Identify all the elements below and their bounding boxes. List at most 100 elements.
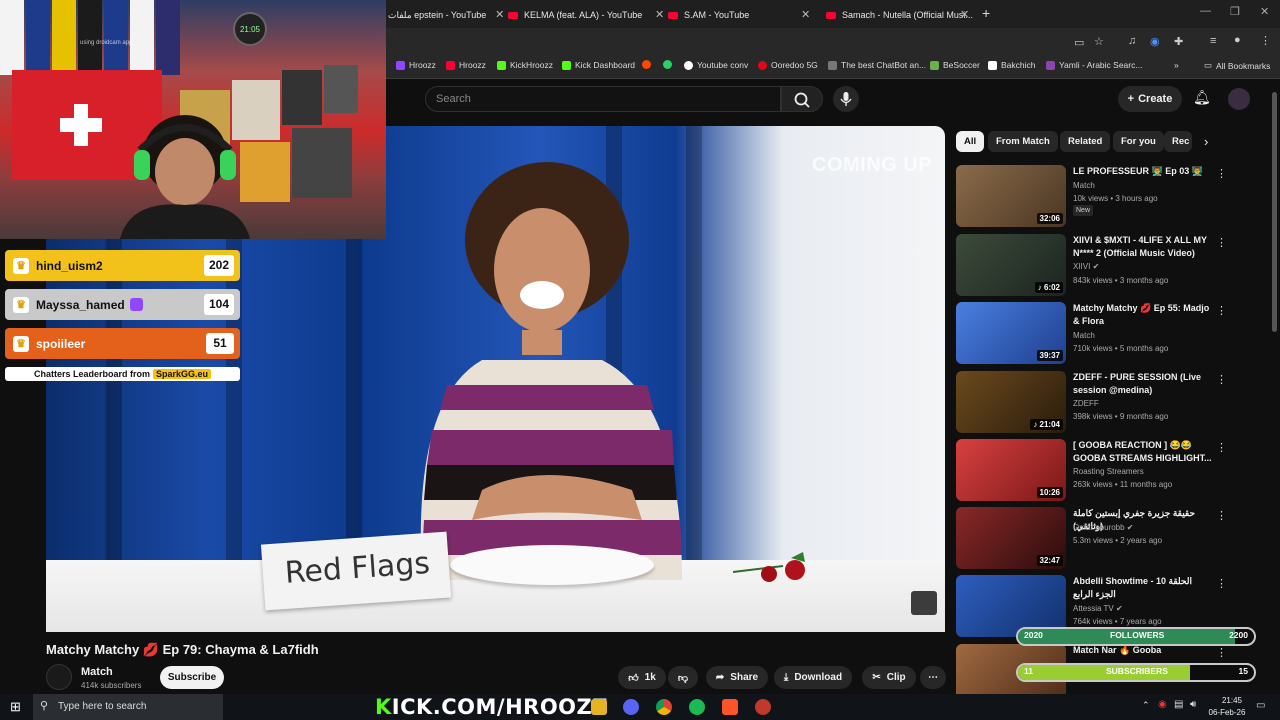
recommendation-channel[interactable]: Roasting Streamers [1073, 467, 1144, 476]
subscribe-button[interactable]: Subscribe [160, 666, 224, 689]
star-icon[interactable]: ☆ [1094, 35, 1104, 48]
recommendation-item[interactable]: 39:37 Matchy Matchy 💋 Ep 55: Madjo & Flo… [956, 302, 1227, 364]
more-vert-icon[interactable]: ⋮ [1216, 646, 1226, 659]
recommendation-title[interactable]: [ GOOBA REACTION ] 😂😂 GOOBA STREAMS HIGH… [1073, 439, 1213, 465]
new-tab-button[interactable]: + [982, 5, 990, 21]
bookmark-hroozz-youtube[interactable]: Hroozz [446, 60, 486, 70]
chip-recent[interactable]: Rec [1164, 131, 1192, 152]
chrome-icon[interactable] [656, 699, 672, 715]
bookmark-bakchich[interactable]: Bakchich [988, 60, 1036, 70]
bookmark-youtube-conv[interactable]: Youtube conv [684, 60, 748, 70]
recommendation-channel[interactable]: ZDEFF [1073, 399, 1099, 408]
menu-icon[interactable]: ⋮ [1260, 34, 1271, 47]
recommendation-item[interactable]: ♪ 21:04 ZDEFF - PURE SESSION (Live sessi… [956, 371, 1227, 433]
share-button[interactable]: ➦ Share [706, 666, 768, 689]
bookmark-hroozz-twitch[interactable]: Hroozz [396, 60, 436, 70]
voice-search-button[interactable] [833, 86, 859, 112]
recommendation-item[interactable]: 32:47 حقيقة جزيرة جفري إبستين كاملة (وثا… [956, 507, 1227, 569]
obs-icon[interactable] [755, 699, 771, 715]
playlist-icon[interactable]: ≡ [1210, 35, 1216, 47]
puzzle-icon[interactable]: ✚ [1174, 35, 1183, 48]
bookmark-kickhroozz[interactable]: KickHroozz [497, 60, 553, 70]
notifications-bell-icon[interactable]: 🔔︎ [1193, 89, 1211, 106]
chip-related[interactable]: Related [1060, 131, 1111, 152]
tray-chevron-icon[interactable]: ⌃ [1142, 700, 1150, 711]
taskbar-time[interactable]: 21:45 [1212, 696, 1252, 705]
channel-name[interactable]: Match [81, 666, 113, 678]
more-vert-icon[interactable]: ⋮ [1216, 304, 1227, 317]
account-avatar[interactable] [1228, 88, 1250, 110]
recommendation-channel[interactable]: Match [1073, 181, 1095, 190]
create-button[interactable]: + Create [1118, 86, 1182, 112]
chip-for-you[interactable]: For you [1113, 131, 1164, 152]
profile-icon[interactable]: ● [1234, 34, 1241, 46]
more-vert-icon[interactable]: ⋮ [1216, 236, 1227, 249]
video-thumbnail[interactable]: 39:37 [956, 302, 1066, 364]
chip-all[interactable]: All [956, 131, 985, 152]
tray-app-icon[interactable]: ◉ [1158, 699, 1167, 710]
recommendation-channel[interactable]: Attessia TV ✔ [1073, 604, 1123, 613]
close-window-button[interactable]: ✕ [1260, 5, 1269, 18]
tab-epstein[interactable]: ملفات epstein - YouTube ✕ [388, 4, 504, 26]
all-bookmarks-button[interactable]: ▭ All Bookmarks [1204, 60, 1270, 71]
recommendation-item[interactable]: ♪ 6:02 XIIVI & $MXTI - 4LIFE X ALL MY N*… [956, 234, 1227, 296]
restore-button[interactable]: ❐ [1230, 5, 1240, 18]
bookmark-whatsapp[interactable] [663, 60, 672, 69]
recommendation-item[interactable]: 32:06 LE PROFESSEUR 👨‍🏫 Ep 03 👨‍🏫 Match … [956, 165, 1227, 227]
more-vert-icon[interactable]: ⋮ [1216, 373, 1227, 386]
dislike-button[interactable]: 👎︎ [668, 666, 698, 689]
windows-start-icon[interactable]: ⊞ [10, 699, 21, 715]
recommendation-channel[interactable]: Match [1073, 331, 1095, 340]
notification-center-icon[interactable]: ▭ [1256, 700, 1265, 711]
chevron-right-icon[interactable]: › [1204, 134, 1208, 149]
bookmark-chatbot[interactable]: The best ChatBot an... [828, 60, 926, 70]
search-input[interactable]: Search [425, 86, 781, 112]
video-thumbnail[interactable]: ♪ 6:02 [956, 234, 1066, 296]
music-icon[interactable]: ♫ [1128, 35, 1136, 47]
discord-icon[interactable] [623, 699, 639, 715]
search-button[interactable] [781, 86, 823, 112]
volume-icon[interactable]: 🔊︎ [1190, 699, 1196, 710]
clip-button[interactable]: ✂ Clip [862, 666, 916, 689]
video-thumbnail[interactable]: 32:06 [956, 165, 1066, 227]
download-button[interactable]: ⤓ Download [774, 666, 852, 689]
tab-kelma[interactable]: KELMA (feat. ALA) - YouTube ✕ [508, 4, 664, 26]
close-icon[interactable]: ✕ [655, 8, 664, 21]
bookmark-ooredoo[interactable]: Ooredoo 5G [758, 60, 818, 70]
recommendation-item[interactable]: 10:26 [ GOOBA REACTION ] 😂😂 GOOBA STREAM… [956, 439, 1227, 501]
bookmark-kick-dashboard[interactable]: Kick Dashboard [562, 60, 635, 70]
channel-avatar[interactable] [46, 664, 72, 690]
channel-watermark[interactable] [911, 591, 937, 615]
more-vert-icon[interactable]: ⋮ [1216, 441, 1227, 454]
tab-sam[interactable]: S.AM - YouTube [668, 4, 749, 26]
like-button[interactable]: 👍︎ 1k [618, 666, 666, 689]
bookmark-besoccer[interactable]: BeSoccer [930, 60, 980, 70]
page-scrollbar[interactable] [1272, 92, 1277, 332]
taskbar-date[interactable]: 06-Feb-26 [1202, 708, 1252, 717]
minimize-button[interactable]: — [1200, 5, 1211, 17]
recommendation-title[interactable]: XIIVI & $MXTI - 4LIFE X ALL MY N**** 2 (… [1073, 234, 1213, 260]
more-vert-icon[interactable]: ⋮ [1216, 509, 1227, 522]
file-explorer-icon[interactable] [591, 699, 607, 715]
recommendation-title[interactable]: Abdelli Showtime - الحلقة 10 الجزء الراب… [1073, 575, 1213, 601]
video-thumbnail[interactable]: ♪ 21:04 [956, 371, 1066, 433]
close-icon[interactable]: ✕ [495, 8, 504, 21]
bookmarks-overflow-icon[interactable]: » [1174, 60, 1179, 70]
recommendation-channel[interactable]: XIIVI ✔ [1073, 262, 1099, 271]
more-vert-icon[interactable]: ⋮ [1216, 577, 1227, 590]
close-icon[interactable]: ✕ [960, 8, 969, 21]
taskbar-search-input[interactable]: Type here to search [33, 694, 223, 720]
extension-icon[interactable]: ◉ [1150, 35, 1160, 48]
more-vert-icon[interactable]: ⋮ [1216, 167, 1227, 180]
recommendation-title[interactable]: ZDEFF - PURE SESSION (Live session @medi… [1073, 371, 1213, 397]
recommendation-channel[interactable]: Omar aburobb ✔ [1073, 523, 1134, 532]
install-icon[interactable]: ▭ [1074, 36, 1084, 49]
spotify-icon[interactable] [689, 699, 705, 715]
chip-from-match[interactable]: From Match [988, 131, 1058, 152]
tab-samach[interactable]: Samach - Nutella (Official Musi... [826, 4, 973, 26]
recommendation-title[interactable]: Matchy Matchy 💋 Ep 55: Madjo & Flora [1073, 302, 1213, 328]
brave-icon[interactable] [722, 699, 738, 715]
recommendation-title[interactable]: LE PROFESSEUR 👨‍🏫 Ep 03 👨‍🏫 [1073, 165, 1213, 178]
video-thumbnail[interactable]: 32:47 [956, 507, 1066, 569]
network-icon[interactable]: ▤ [1174, 699, 1183, 710]
